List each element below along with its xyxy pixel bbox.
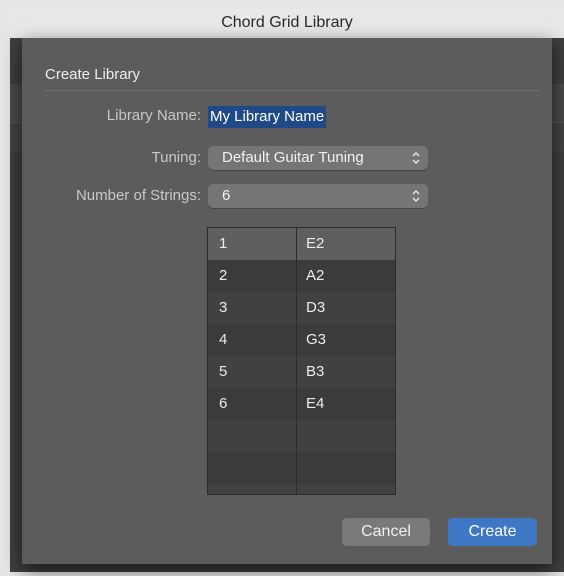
window-titlebar: Chord Grid Library: [10, 8, 564, 39]
string-note-cell[interactable]: B3: [306, 356, 324, 388]
column-divider: [296, 228, 297, 494]
string-tuning-table: 1 E2 2 A2 3 D3 4 G3 5 B3 6 E4: [207, 227, 396, 495]
tuning-label: Tuning:: [151, 149, 201, 166]
string-number-cell: 5: [219, 363, 228, 380]
create-button[interactable]: Create: [448, 518, 537, 546]
number-of-strings-popup[interactable]: 6: [208, 184, 428, 208]
string-note-cell[interactable]: E2: [306, 228, 324, 260]
tuning-popup-value: Default Guitar Tuning: [222, 149, 364, 166]
empty-table-row: [208, 420, 395, 452]
sheet-title: Create Library: [45, 66, 141, 83]
string-note-cell[interactable]: E4: [306, 388, 324, 420]
string-number-cell: 3: [219, 299, 228, 316]
string-note-cell[interactable]: A2: [306, 260, 324, 292]
string-number-cell: 4: [219, 331, 228, 348]
empty-table-row: [208, 484, 395, 494]
string-number-cell: 6: [219, 395, 228, 412]
window-title: Chord Grid Library: [221, 14, 353, 31]
table-row[interactable]: 4 G3: [208, 324, 395, 356]
table-row[interactable]: 5 B3: [208, 356, 395, 388]
table-row[interactable]: 2 A2: [208, 260, 395, 292]
string-number-cell: 1: [219, 235, 228, 252]
tuning-popup[interactable]: Default Guitar Tuning: [208, 146, 428, 170]
string-number-cell: 2: [219, 267, 228, 284]
string-note-cell[interactable]: D3: [306, 292, 325, 324]
create-library-sheet: Create Library Library Name: My Library …: [22, 38, 552, 564]
library-name-field[interactable]: My Library Name: [208, 106, 327, 128]
library-name-label: Library Name:: [106, 107, 201, 124]
number-of-strings-value: 6: [222, 187, 231, 204]
number-of-strings-label: Number of Strings:: [75, 187, 201, 204]
table-row[interactable]: 6 E4: [208, 388, 395, 420]
table-row[interactable]: 3 D3: [208, 292, 395, 324]
table-row[interactable]: 1 E2: [208, 228, 395, 260]
up-down-chevron-icon: [412, 152, 420, 164]
string-note-cell[interactable]: G3: [306, 324, 326, 356]
cancel-button[interactable]: Cancel: [342, 518, 430, 546]
empty-table-row: [208, 452, 395, 484]
title-separator: [44, 90, 540, 91]
up-down-chevron-icon: [412, 190, 420, 202]
